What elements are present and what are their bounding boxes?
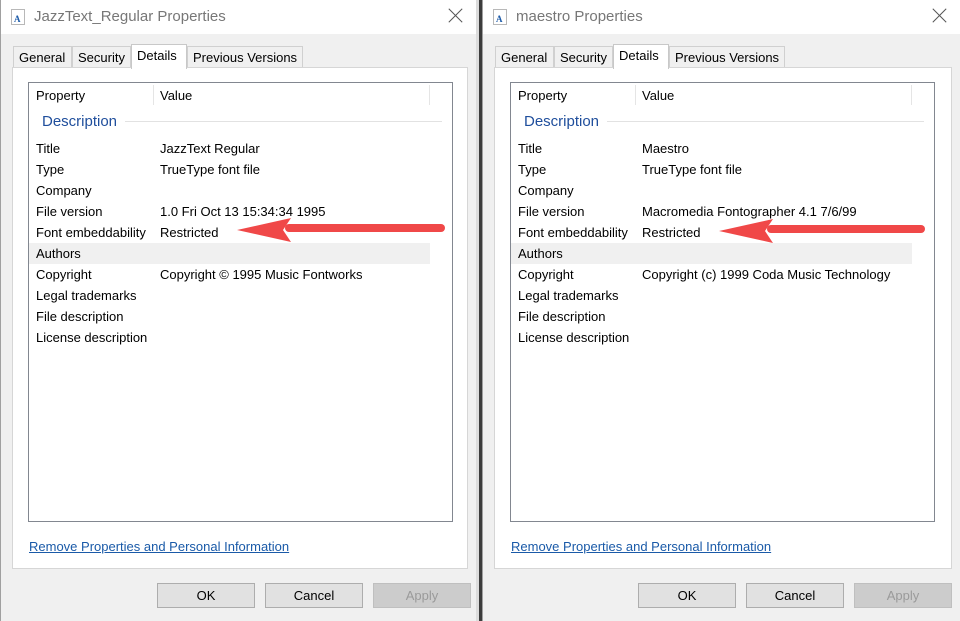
property-name: Copyright	[518, 267, 574, 282]
property-row[interactable]: Title Maestro	[511, 138, 912, 159]
property-row[interactable]: Copyright Copyright (c) 1999 Coda Music T…	[511, 264, 912, 285]
property-name: Type	[518, 162, 547, 177]
tab-details[interactable]: Details	[131, 44, 187, 69]
remove-properties-link[interactable]: Remove Properties and Personal Informati…	[29, 539, 289, 554]
property-value[interactable]: TrueType font file	[160, 162, 260, 177]
close-icon[interactable]	[446, 6, 466, 26]
property-name: Authors	[518, 246, 563, 261]
list-header: Property Value	[511, 83, 934, 108]
property-name: Title	[36, 141, 61, 156]
property-name: Legal trademarks	[36, 288, 137, 303]
property-name: File version	[36, 204, 103, 219]
font-file-icon: A	[493, 9, 507, 25]
property-row[interactable]: License description	[511, 327, 912, 348]
cancel-button[interactable]: Cancel	[746, 583, 844, 608]
tab-general[interactable]: General	[495, 46, 554, 68]
property-name: Legal trademarks	[518, 288, 619, 303]
title-bar: A maestro Properties	[483, 0, 960, 34]
tab-security[interactable]: Security	[554, 46, 613, 68]
tab-details[interactable]: Details	[613, 44, 669, 69]
apply-button[interactable]: Apply	[854, 583, 952, 608]
column-divider[interactable]	[635, 85, 636, 105]
property-row[interactable]: Authors	[511, 243, 912, 264]
group-header-description: Description	[42, 113, 118, 130]
property-row[interactable]: Legal trademarks	[29, 285, 430, 306]
property-value[interactable]: Copyright (c) 1999 Coda Music Technology	[642, 267, 890, 282]
properties-list[interactable]: Property Value Description Title JazzText…	[28, 82, 453, 522]
property-row[interactable]: Title JazzText Regular	[29, 138, 430, 159]
column-header-property[interactable]: Property	[36, 88, 85, 103]
property-row[interactable]: File description	[511, 306, 912, 327]
property-row[interactable]: License description	[29, 327, 430, 348]
property-value[interactable]: Restricted	[642, 225, 701, 240]
property-row[interactable]: Type TrueType font file	[29, 159, 430, 180]
properties-list[interactable]: Property Value Description Title Maestro T…	[510, 82, 935, 522]
column-header-value[interactable]: Value	[642, 88, 674, 103]
tab-previous-versions[interactable]: Previous Versions	[187, 46, 303, 68]
tab-security[interactable]: Security	[72, 46, 131, 68]
remove-properties-link[interactable]: Remove Properties and Personal Informati…	[511, 539, 771, 554]
column-header-value[interactable]: Value	[160, 88, 192, 103]
property-row[interactable]: Authors	[29, 243, 430, 264]
apply-button[interactable]: Apply	[373, 583, 471, 608]
window-title: maestro Properties	[516, 8, 643, 25]
column-divider[interactable]	[429, 85, 430, 105]
property-value[interactable]: TrueType font file	[642, 162, 742, 177]
property-row[interactable]: Copyright Copyright © 1995 Music Fontwork…	[29, 264, 430, 285]
group-header-description: Description	[524, 113, 600, 130]
property-name: License description	[36, 330, 148, 345]
annotation-arrow-icon	[237, 218, 445, 242]
property-value[interactable]: Macromedia Fontographer 4.1 7/6/99	[642, 204, 857, 219]
property-name: Copyright	[36, 267, 92, 282]
property-name: Type	[36, 162, 65, 177]
close-icon[interactable]	[930, 6, 950, 26]
property-name: Font embeddability	[36, 225, 146, 240]
group-divider	[125, 121, 442, 122]
property-name: File description	[518, 309, 606, 324]
annotation-arrow-icon	[719, 219, 925, 243]
ok-button[interactable]: OK	[157, 583, 255, 608]
title-bar: A JazzText_Regular Properties	[1, 0, 476, 34]
property-name: File version	[518, 204, 585, 219]
property-row[interactable]: File description	[29, 306, 430, 327]
property-row[interactable]: Company	[29, 180, 430, 201]
property-value[interactable]: Copyright © 1995 Music Fontworks	[160, 267, 363, 282]
property-value[interactable]: JazzText Regular	[160, 141, 260, 156]
property-row[interactable]: Legal trademarks	[511, 285, 912, 306]
property-row[interactable]: Company	[511, 180, 912, 201]
property-name: License description	[518, 330, 630, 345]
column-header-property[interactable]: Property	[518, 88, 567, 103]
cancel-button[interactable]: Cancel	[265, 583, 363, 608]
property-value[interactable]: Restricted	[160, 225, 219, 240]
tab-previous-versions[interactable]: Previous Versions	[669, 46, 785, 68]
ok-button[interactable]: OK	[638, 583, 736, 608]
window-title: JazzText_Regular Properties	[34, 8, 226, 25]
font-file-icon: A	[11, 9, 25, 25]
properties-window-jazztext: A JazzText_Regular Properties General Se…	[0, 0, 476, 621]
column-divider[interactable]	[153, 85, 154, 105]
property-name: Company	[36, 183, 92, 198]
property-name: Title	[518, 141, 543, 156]
details-panel: Property Value Description Title JazzText…	[12, 67, 468, 569]
list-header: Property Value	[29, 83, 452, 108]
property-name: File description	[36, 309, 124, 324]
property-name: Authors	[36, 246, 81, 261]
column-divider[interactable]	[911, 85, 912, 105]
properties-window-maestro: A maestro Properties General Security De…	[482, 0, 960, 621]
property-row[interactable]: Type TrueType font file	[511, 159, 912, 180]
property-value[interactable]: Maestro	[642, 141, 689, 156]
tab-general[interactable]: General	[13, 46, 72, 68]
property-name: Font embeddability	[518, 225, 628, 240]
details-panel: Property Value Description Title Maestro T…	[494, 67, 952, 569]
group-divider	[607, 121, 924, 122]
property-name: Company	[518, 183, 574, 198]
